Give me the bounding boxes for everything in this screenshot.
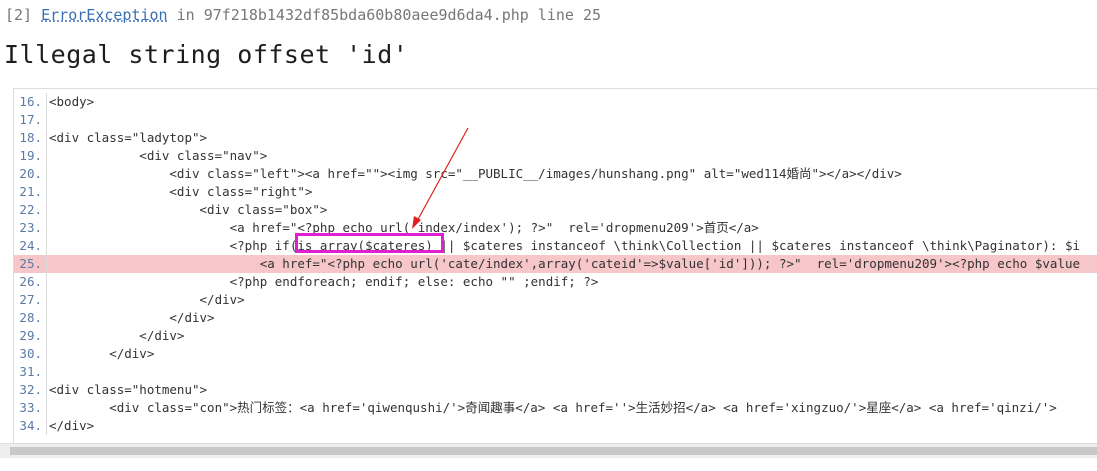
gutter-divider xyxy=(46,345,47,363)
gutter-divider xyxy=(46,93,47,111)
gutter-divider xyxy=(46,327,47,345)
line-number: 32. xyxy=(19,382,42,397)
line-code: </div> xyxy=(49,310,215,325)
gutter-divider xyxy=(46,309,47,327)
line-number: 23. xyxy=(19,220,42,235)
code-line: 33. <div class="con">热门标签：<a href='qiwen… xyxy=(14,399,1097,417)
gutter-divider xyxy=(46,237,47,255)
code-line-highlighted: 25. <a href="<?php echo url('cate/index'… xyxy=(14,255,1097,273)
gutter-divider xyxy=(46,363,47,381)
line-code: <div class="box"> xyxy=(49,202,328,217)
gutter-divider xyxy=(46,273,47,291)
code-line: 34. </div> xyxy=(14,417,1097,435)
code-line: 16. <body> xyxy=(14,93,1097,111)
line-number: 17. xyxy=(19,112,42,127)
gutter-divider xyxy=(46,291,47,309)
line-number: 31. xyxy=(19,364,42,379)
line-number: 34. xyxy=(19,418,42,433)
line-code: </div> xyxy=(49,346,155,361)
line-number: 16. xyxy=(19,94,42,109)
source-code-lines: 16. <body> 17. 18. <div class="ladytop"> 19. … xyxy=(14,93,1097,435)
error-location: [2] ErrorException in 97f218b1432df85bda… xyxy=(5,6,601,24)
line-number: 30. xyxy=(19,346,42,361)
code-line: 31. xyxy=(14,363,1097,381)
line-number: 18. xyxy=(19,130,42,145)
line-code: <div class="right"> xyxy=(49,184,313,199)
error-header: [2] ErrorException in 97f218b1432df85bda… xyxy=(0,0,1097,35)
line-code: <body> xyxy=(49,94,95,109)
line-code: <?php if(is_array($cateres) || $cateres … xyxy=(49,238,1081,253)
code-line: 23. <a href="<?php echo url('index/index… xyxy=(14,219,1097,237)
line-number: 29. xyxy=(19,328,42,343)
scrollbar-thumb[interactable] xyxy=(10,447,1097,455)
gutter-divider xyxy=(46,183,47,201)
gutter-divider xyxy=(46,399,47,417)
error-line: line 25 xyxy=(528,6,602,24)
in-text: in xyxy=(167,6,204,24)
code-line: 27. </div> xyxy=(14,291,1097,309)
line-code: <?php endforeach; endif; else: echo "" ;… xyxy=(49,274,599,289)
line-code: <div class="ladytop"> xyxy=(49,130,208,145)
line-number: 24. xyxy=(19,238,42,253)
gutter-divider xyxy=(46,381,47,399)
code-line: 19. <div class="nav"> xyxy=(14,147,1097,165)
gutter-divider xyxy=(46,129,47,147)
code-line: 32. <div class="hotmenu"> xyxy=(14,381,1097,399)
error-class-link[interactable]: ErrorException xyxy=(41,6,167,24)
annotation-box xyxy=(295,233,444,253)
error-index: [2] xyxy=(5,6,33,24)
code-line: 28. </div> xyxy=(14,309,1097,327)
line-code: </div> xyxy=(49,292,245,307)
code-line: 20. <div class="left"><a href=""><img sr… xyxy=(14,165,1097,183)
code-line: 26. <?php endforeach; endif; else: echo … xyxy=(14,273,1097,291)
code-line: 29. </div> xyxy=(14,327,1097,345)
line-number: 33. xyxy=(19,400,42,415)
horizontal-scrollbar[interactable] xyxy=(0,443,1097,458)
line-number: 21. xyxy=(19,184,42,199)
code-line: 30. </div> xyxy=(14,345,1097,363)
code-line: 17. xyxy=(14,111,1097,129)
error-message: Illegal string offset 'id' xyxy=(4,40,409,69)
line-code: <a href="<?php echo url('cate/index',arr… xyxy=(49,256,1081,271)
code-line: 21. <div class="right"> xyxy=(14,183,1097,201)
line-code: <div class="left"><a href=""><img src="_… xyxy=(49,166,902,181)
code-line: 18. <div class="ladytop"> xyxy=(14,129,1097,147)
code-line: 24. <?php if(is_array($cateres) || $cate… xyxy=(14,237,1097,255)
gutter-divider xyxy=(46,201,47,219)
line-number: 25. xyxy=(19,256,42,271)
gutter-divider xyxy=(46,219,47,237)
gutter-divider xyxy=(46,165,47,183)
line-number: 26. xyxy=(19,274,42,289)
error-file: 97f218b1432df85bda60b80aee9d6da4.php xyxy=(203,6,529,24)
line-code: <div class="con">热门标签：<a href='qiwenqush… xyxy=(49,400,1057,415)
line-code: </div> xyxy=(49,328,185,343)
line-code: <div class="hotmenu"> xyxy=(49,382,208,397)
line-code: <div class="nav"> xyxy=(49,148,268,163)
line-code: </div> xyxy=(49,418,95,433)
gutter-divider xyxy=(46,147,47,165)
gutter-divider xyxy=(46,255,47,273)
code-line: 22. <div class="box"> xyxy=(14,201,1097,219)
line-number: 19. xyxy=(19,148,42,163)
line-number: 27. xyxy=(19,292,42,307)
line-number: 28. xyxy=(19,310,42,325)
gutter-divider xyxy=(46,417,47,435)
line-number: 22. xyxy=(19,202,42,217)
gutter-divider xyxy=(46,111,47,129)
source-code-panel: 16. <body> 17. 18. <div class="ladytop"> 19. … xyxy=(13,88,1097,445)
line-number: 20. xyxy=(19,166,42,181)
